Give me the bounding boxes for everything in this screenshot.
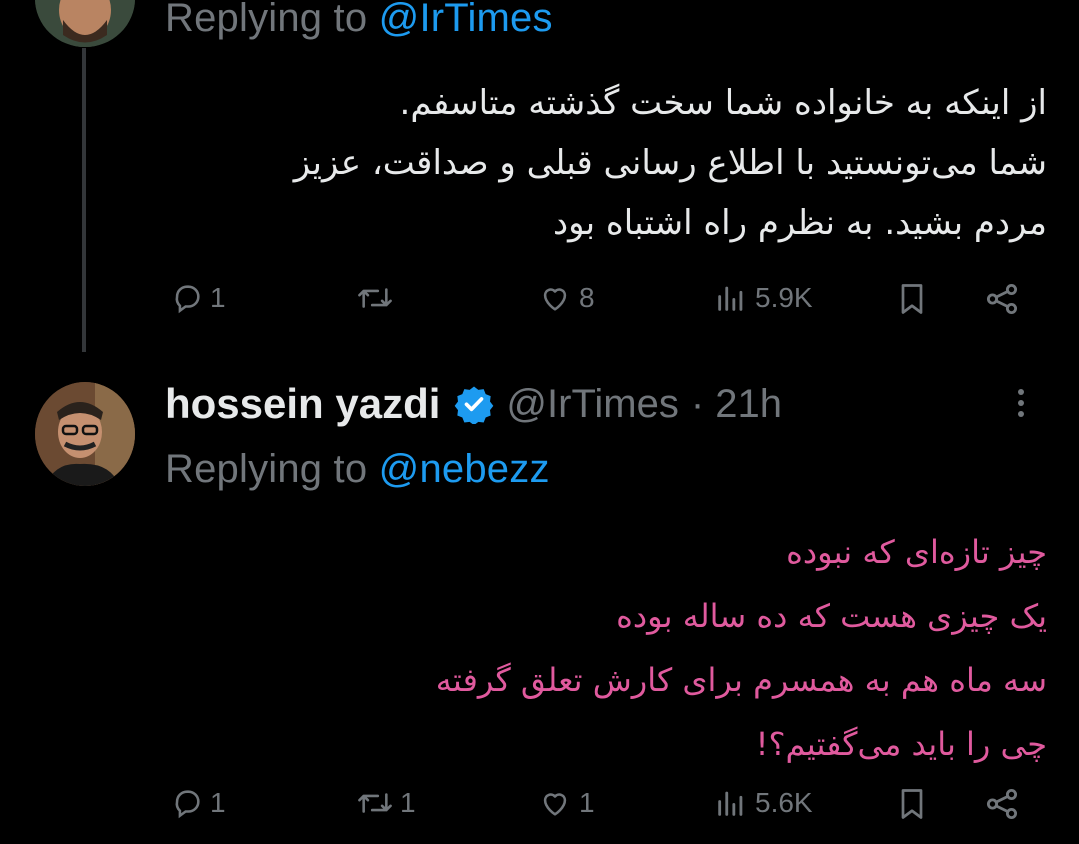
avatar-hossein-yazdi[interactable] bbox=[35, 382, 135, 486]
heart-icon bbox=[543, 288, 567, 311]
like-button[interactable]: 8 bbox=[537, 281, 595, 315]
bookmark-button[interactable] bbox=[894, 785, 930, 823]
tweet1-line: از اینکه به خانواده شما سخت گذشته متاسفم… bbox=[399, 83, 1047, 123]
share-button[interactable] bbox=[982, 785, 1022, 823]
reply-count: 1 bbox=[210, 282, 226, 313]
tweet2-header: hossein yazdi @IrTimes · 21h bbox=[165, 380, 782, 428]
retweet-icon bbox=[358, 288, 392, 308]
tweet2-line: سه ماه هم به همسرم برای کارش تعلق گرفته bbox=[435, 661, 1047, 699]
retweet-icon bbox=[358, 793, 392, 813]
user-handle[interactable]: @IrTimes bbox=[506, 382, 678, 427]
tweet-timestamp[interactable]: · 21h bbox=[691, 382, 782, 427]
replying-handle-link[interactable]: @nebezz bbox=[379, 447, 550, 491]
retweet-button[interactable]: 1 bbox=[356, 786, 416, 820]
bookmark-icon bbox=[901, 284, 923, 314]
verified-badge-icon bbox=[455, 386, 494, 424]
tweet2-line: یک چیزی هست که ده ساله بوده bbox=[616, 597, 1047, 635]
share-button[interactable] bbox=[982, 280, 1022, 318]
replying-label: Replying to bbox=[165, 447, 368, 491]
reply-button[interactable]: 1 bbox=[170, 786, 226, 820]
replying-handle-link[interactable]: @IrTimes bbox=[379, 0, 553, 40]
retweet-button[interactable] bbox=[356, 281, 400, 315]
views-button[interactable]: 5.9K bbox=[713, 281, 813, 315]
tweet1-text: از اینکه به خانواده شما سخت گذشته متاسفم… bbox=[157, 73, 1047, 253]
tweet1-line: مردم بشید. به نظرم راه اشتباه بود bbox=[552, 203, 1047, 243]
more-options-icon[interactable] bbox=[1015, 386, 1027, 422]
views-count: 5.9K bbox=[755, 282, 813, 313]
views-button[interactable]: 5.6K bbox=[713, 786, 813, 820]
like-count: 1 bbox=[579, 787, 595, 818]
heart-icon bbox=[543, 793, 567, 816]
views-count: 5.6K bbox=[755, 787, 813, 818]
tweet2-line: چیز تازه‌ای که نبوده bbox=[786, 533, 1047, 571]
replying-to-tweet2: Replying to @nebezz bbox=[165, 447, 550, 492]
tweet1-line: شما می‌تونستید با اطلاع رسانی قبلی و صدا… bbox=[293, 143, 1047, 183]
views-icon bbox=[718, 791, 743, 816]
bookmark-icon bbox=[901, 789, 923, 819]
reply-button[interactable]: 1 bbox=[170, 281, 226, 315]
views-icon bbox=[718, 286, 743, 311]
like-count: 8 bbox=[579, 282, 595, 313]
retweet-count: 1 bbox=[400, 787, 416, 818]
like-button[interactable]: 1 bbox=[537, 786, 595, 820]
replying-label: Replying to bbox=[165, 0, 368, 40]
reply-count: 1 bbox=[210, 787, 226, 818]
replying-to-tweet1: Replying to @IrTimes bbox=[165, 0, 553, 41]
reply-icon bbox=[175, 285, 200, 314]
tweet2-text: چیز تازه‌ای که نبوده یک چیزی هست که ده س… bbox=[157, 520, 1047, 776]
bookmark-button[interactable] bbox=[894, 280, 930, 318]
thread-connector-line bbox=[82, 48, 86, 352]
display-name[interactable]: hossein yazdi bbox=[165, 380, 440, 428]
reply-icon bbox=[175, 790, 200, 819]
avatar-tweet1[interactable] bbox=[35, 0, 135, 47]
share-icon bbox=[986, 283, 1018, 315]
share-icon bbox=[986, 788, 1018, 820]
tweet2-line: چی را باید می‌گفتیم؟! bbox=[755, 725, 1047, 763]
